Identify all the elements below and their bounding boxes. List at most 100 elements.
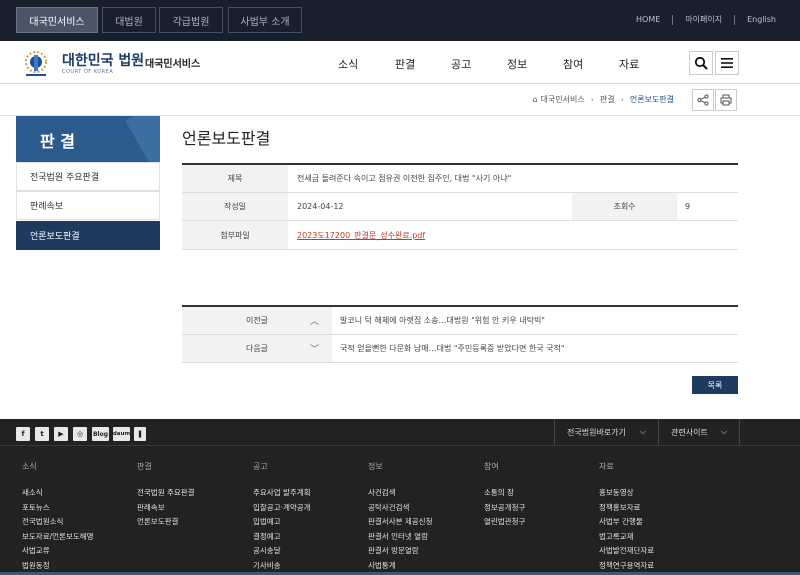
menu-notices[interactable]: 공고: [451, 56, 471, 72]
footer-link[interactable]: 입법예고: [253, 516, 311, 531]
breadcrumb-item[interactable]: 판결: [600, 94, 615, 105]
sidebar-item-major-rulings[interactable]: 전국법원 주요판결: [16, 162, 160, 191]
footer-link[interactable]: 정책홍보자료: [599, 502, 654, 517]
top-tab-public-service[interactable]: 대국민서비스: [16, 7, 98, 33]
footer-link[interactable]: 판례속보: [137, 502, 195, 517]
facebook-icon[interactable]: f: [16, 427, 30, 441]
subject-value: 전세금 돌려준다 속이고 점유권 이전한 집주인, 대법 "사기 아냐": [297, 174, 512, 183]
footer-link[interactable]: 새소식: [22, 487, 94, 502]
breadcrumb-bar: ⌂ 대국민서비스 › 판결 › 언론보도판결: [0, 84, 800, 116]
footer-link[interactable]: 입찰공고·계약공개: [253, 502, 311, 517]
share-icon: [697, 94, 709, 106]
menu-info[interactable]: 정보: [507, 56, 527, 72]
court-shortcut-label: 전국법원바로가기: [567, 427, 626, 437]
footer-link[interactable]: 소통의 장: [484, 487, 525, 502]
footer-link[interactable]: 사건검색: [368, 487, 432, 502]
site-footer: f t ▶ ◎ Blog daum ❚ 전국법원바로가기 ⌵ 관련사이트 ⌵ 소…: [0, 419, 800, 575]
decorative-stripe: [125, 116, 160, 162]
list-button[interactable]: 목록: [692, 376, 738, 394]
sidebar-item-press-rulings[interactable]: 언론보도판결: [16, 221, 160, 250]
home-icon[interactable]: ⌂: [532, 95, 537, 104]
attachment-link[interactable]: 2023도17200_판결문_성수완료.pdf: [297, 230, 425, 241]
footer-link[interactable]: 판결서사본 제공신청: [368, 516, 432, 531]
footer-link[interactable]: 정보공개청구: [484, 502, 525, 517]
court-shortcut-select[interactable]: 전국법원바로가기 ⌵: [554, 419, 658, 445]
footer-link[interactable]: 포토뉴스: [22, 502, 94, 517]
hamburger-icon: [721, 58, 733, 68]
prev-post-row[interactable]: 이전글 ︿ 발코니 턱 해체에 아랫집 소송…대법원 "위험 안 키우 내탁빅": [182, 307, 738, 335]
date-value: 2024-04-12: [297, 202, 344, 211]
footer-link[interactable]: 전국법원 주요판결: [137, 487, 195, 502]
brunch-icon[interactable]: ❚: [134, 427, 146, 441]
meta-row: 작성일 2024-04-12 조회수 9: [182, 193, 738, 221]
print-button[interactable]: [715, 89, 737, 111]
chevron-right-icon: ›: [590, 95, 594, 104]
mypage-link[interactable]: 마이페이지: [685, 14, 722, 25]
prev-post-link[interactable]: 발코니 턱 해체에 아랫집 소송…대법원 "위험 안 키우 내탁빅": [340, 307, 545, 334]
footer-link[interactable]: 결정예고: [253, 531, 311, 546]
top-tab-supreme-court[interactable]: 대법원: [102, 7, 156, 33]
breadcrumb-item[interactable]: 대국민서비스: [541, 94, 585, 105]
footer-link[interactable]: 판결서 인터넷 열람: [368, 531, 432, 546]
top-links: HOME 마이페이지 English: [636, 14, 776, 25]
footer-link[interactable]: 사법부 간행물: [599, 516, 654, 531]
menu-news[interactable]: 소식: [338, 56, 358, 72]
breadcrumb-current[interactable]: 언론보도판결: [630, 94, 674, 105]
footer-column-head: 공고: [253, 462, 268, 471]
search-button[interactable]: [689, 51, 713, 75]
footer-column-news: 소식 새소식 포토뉴스 전국법원소식 보도자료/언론보도해명 사법교류 법원동정: [22, 461, 94, 574]
footer-column-rulings: 판결 전국법원 주요판결 판례속보 언론보도판결: [137, 461, 195, 531]
brand-name[interactable]: 대한민국 법원: [62, 50, 144, 70]
footer-link[interactable]: 사법발전재단자료: [599, 545, 654, 560]
footer-link[interactable]: 주요사업 발주계획: [253, 487, 311, 502]
top-tab-courts[interactable]: 각급법원: [159, 7, 223, 33]
site-header: 대한민국 법원 COURT OF KOREA 대국민서비스 소식 판결 공고 정…: [0, 41, 800, 84]
top-tab-judiciary-intro[interactable]: 사법부 소개: [228, 7, 302, 33]
footer-column-head: 참여: [484, 462, 499, 471]
footer-link[interactable]: 공시송달: [253, 545, 311, 560]
daum-icon[interactable]: daum: [113, 427, 130, 441]
twitter-icon[interactable]: t: [35, 427, 49, 441]
footer-column-participation: 참여 소통의 장 정보공개청구 열린법관청구: [484, 461, 525, 531]
footer-link[interactable]: 사법교류: [22, 545, 94, 560]
youtube-icon[interactable]: ▶: [54, 427, 68, 441]
sidebar-item-case-bulletin[interactable]: 판례속보: [16, 191, 160, 220]
instagram-icon[interactable]: ◎: [73, 427, 87, 441]
chevron-down-icon: ⌵: [720, 427, 727, 436]
menu-participation[interactable]: 참여: [563, 56, 583, 72]
menu-resources[interactable]: 자료: [619, 56, 639, 72]
chevron-down-icon: ﹀: [310, 345, 320, 355]
english-link[interactable]: English: [747, 15, 776, 24]
top-bar: 대국민서비스 대법원 각급법원 사법부 소개 HOME 마이페이지 Englis…: [0, 0, 800, 41]
views-label: 조회수: [572, 193, 677, 220]
footer-link[interactable]: 보도자료/언론보도해명: [22, 531, 94, 546]
date-label: 작성일: [182, 193, 288, 220]
attachment-label: 첨부파일: [182, 221, 288, 249]
footer-link[interactable]: 열린법관청구: [484, 516, 525, 531]
sidebar-title: 판 결: [16, 116, 160, 162]
menu-rulings[interactable]: 판결: [395, 56, 415, 72]
related-sites-select[interactable]: 관련사이트 ⌵: [658, 419, 740, 445]
home-link[interactable]: HOME: [636, 15, 660, 24]
court-logo-icon[interactable]: [16, 45, 56, 81]
footer-column-head: 소식: [22, 462, 37, 471]
chevron-right-icon: ›: [620, 95, 624, 104]
menu-button[interactable]: [715, 51, 739, 75]
share-button[interactable]: [692, 89, 714, 111]
footer-link[interactable]: 언론보도판결: [137, 516, 195, 531]
footer-link[interactable]: 홍보동영상: [599, 487, 654, 502]
footer-link[interactable]: 전국법원소식: [22, 516, 94, 531]
footer-column-resources: 자료 홍보동영상 정책홍보자료 사법부 간행물 법고록교재 사법발전재단자료 정…: [599, 461, 654, 574]
next-post-link[interactable]: 국적 얻을뻔한 다문화 남매…대법 "주민등록증 받았다면 한국 국적": [340, 335, 565, 362]
footer-link[interactable]: 공탁사건검색: [368, 502, 432, 517]
page-title: 언론보도판결: [182, 129, 271, 148]
related-sites-label: 관련사이트: [671, 427, 708, 437]
service-name: 대국민서비스: [145, 59, 201, 70]
footer-link[interactable]: 판결서 방문열람: [368, 545, 432, 560]
blog-icon[interactable]: Blog: [92, 427, 109, 441]
footer-link[interactable]: 법고록교재: [599, 531, 654, 546]
next-post-row[interactable]: 다음글 ﹀ 국적 얻을뻔한 다문화 남매…대법 "주민등록증 받았다면 한국 국…: [182, 335, 738, 363]
search-icon: [694, 56, 708, 70]
footer-column-notices: 공고 주요사업 발주계획 입찰공고·계약공개 입법예고 결정예고 공시송달 기사…: [253, 461, 311, 574]
brand-subtitle: COURT OF KOREA: [62, 69, 114, 75]
